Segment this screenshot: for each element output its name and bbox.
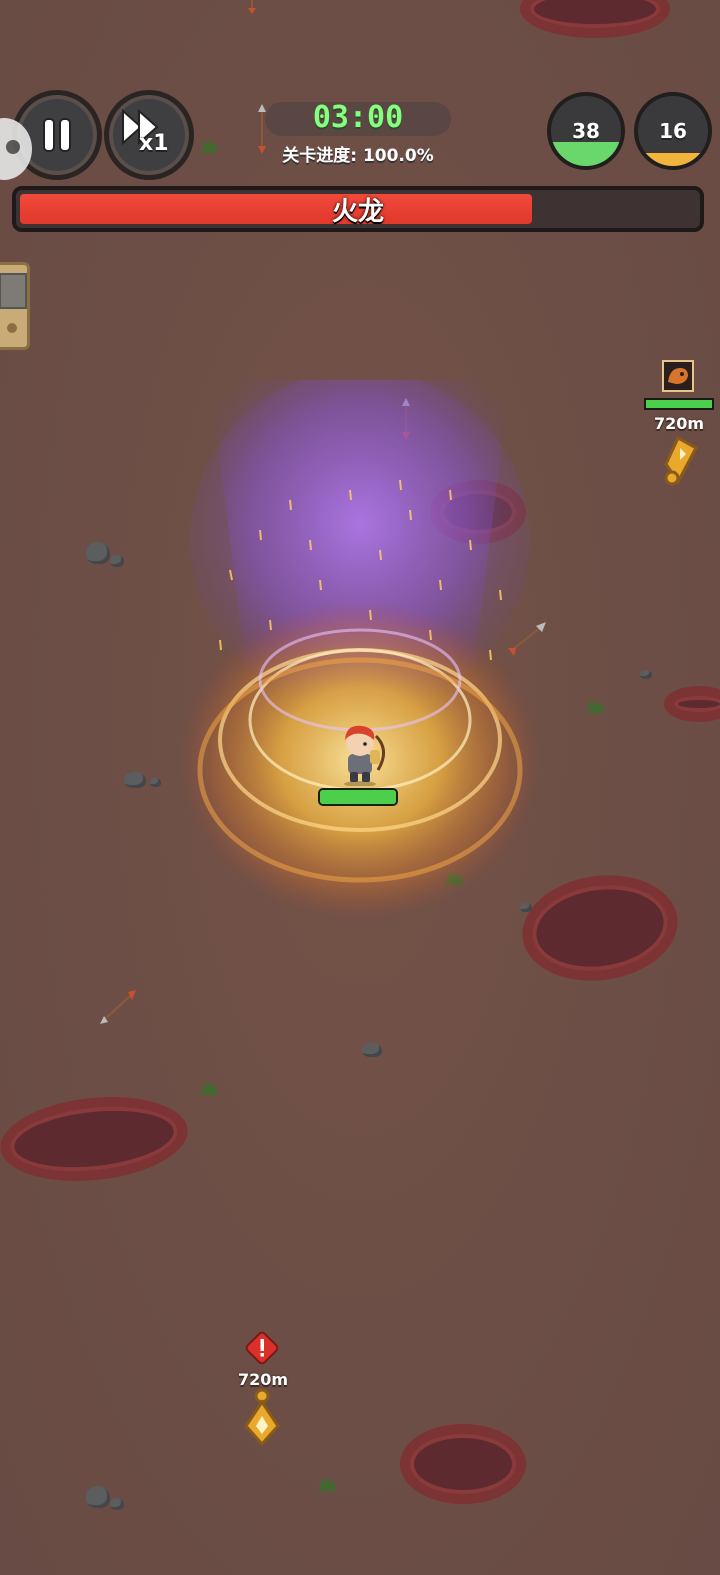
rock [640,670,652,679]
level-progress-text: 关卡进度: 100.0% [282,146,434,166]
warning-icon [245,1331,279,1365]
tornado-skill-effect [180,380,540,920]
boss-offscreen-marker: 720m [640,358,720,488]
pause-icon [43,118,71,152]
stat-value: 16 [659,119,687,143]
lava-puddle [400,1424,526,1504]
side-device-icon[interactable] [0,262,30,350]
stat-circle-yellow: 16 [634,92,712,170]
rock [362,1043,382,1057]
player-archer [344,725,385,786]
rock [86,542,110,564]
boss-name: 火龙 [331,196,384,227]
player-health-fill [320,790,396,804]
grass-tuft [200,1082,218,1096]
rock [110,1498,124,1510]
countdown-timer: 03:00 [312,100,404,135]
grass-tuft [586,700,604,714]
boss-distance-label: 720m [654,414,705,433]
direction-pointer-icon [664,435,699,486]
arrow-projectile [248,0,256,14]
rock [124,772,146,788]
player-health-bar [318,788,398,806]
speed-button[interactable]: x1 [104,90,194,180]
grass-tuft [200,140,218,154]
rock [110,555,124,567]
speed-multiplier-label: x1 [139,131,169,156]
assist-dots-icon [6,140,20,154]
stat-circle-green: 38 [547,92,625,170]
grass-tuft [318,1478,336,1492]
boss-dragon-icon [662,360,694,392]
stat-value: 38 [572,119,600,143]
direction-pointer-icon [244,1388,280,1447]
arrow-projectile [100,990,136,1024]
rock [150,778,161,787]
rock [86,1486,110,1508]
boss-marker-health [644,398,714,410]
warning-distance-label: 720m [238,1370,289,1389]
warning-offscreen-marker: 720m [226,1330,298,1450]
boss-health-bar: 火龙 [12,186,704,232]
